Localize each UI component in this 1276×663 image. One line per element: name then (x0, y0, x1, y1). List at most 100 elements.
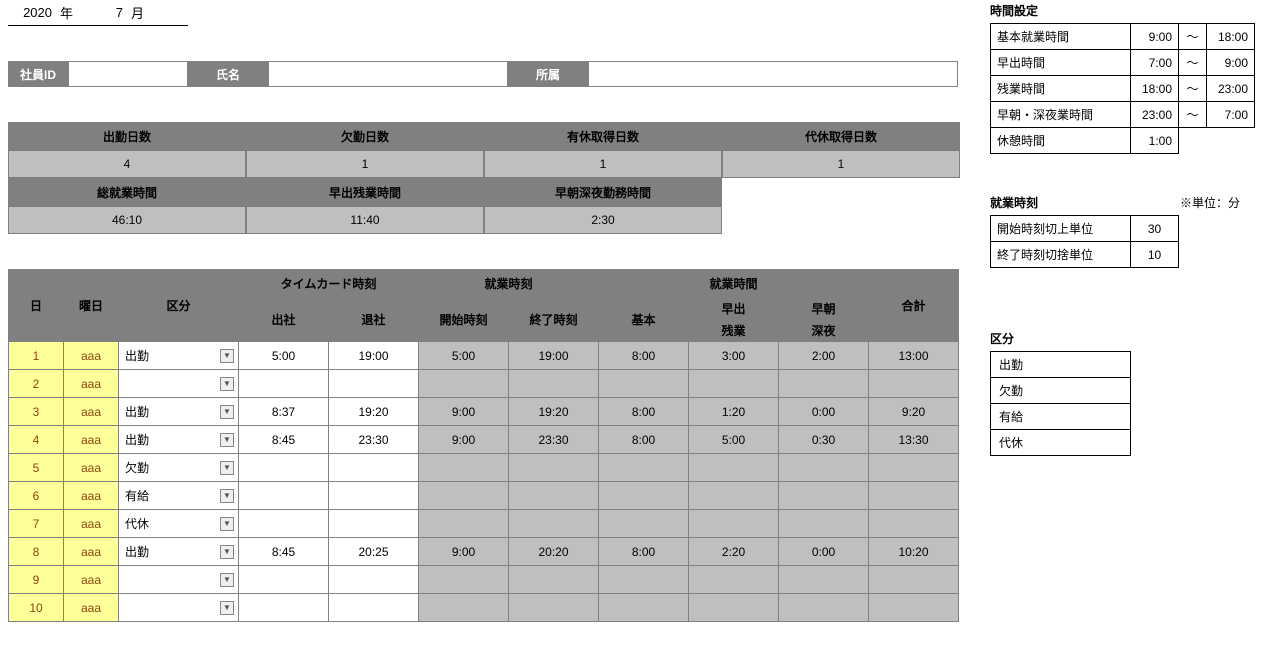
early-hours-label: 早出時間 (991, 50, 1131, 76)
base-cell (599, 566, 689, 594)
kubun-text: 出勤 (125, 403, 149, 420)
base-cell (599, 370, 689, 398)
night-cell (779, 370, 869, 398)
chevron-down-icon[interactable]: ▼ (220, 573, 234, 587)
kubun-item: 出勤 (991, 352, 1131, 378)
night-hours-label: 早朝深夜勤務時間 (484, 178, 722, 206)
hdr-total: 合計 (869, 270, 959, 342)
chevron-down-icon[interactable]: ▼ (220, 405, 234, 419)
month-value[interactable]: 7 (79, 5, 129, 20)
kubun-cell[interactable]: 出勤▼ (119, 342, 239, 370)
employee-id-input[interactable] (68, 61, 188, 87)
chevron-down-icon[interactable]: ▼ (220, 517, 234, 531)
employee-dept-input[interactable] (588, 61, 958, 87)
timecard-out-cell[interactable] (329, 482, 419, 510)
base-cell: 8:00 (599, 342, 689, 370)
start-round-label: 開始時刻切上単位 (991, 216, 1131, 242)
kubun-item: 有給 (991, 404, 1131, 430)
timecard-out-cell[interactable] (329, 454, 419, 482)
dow-cell: aaa (64, 454, 119, 482)
timecard-in-cell[interactable]: 8:45 (239, 538, 329, 566)
basic-to[interactable]: 18:00 (1207, 24, 1255, 50)
early-to[interactable]: 9:00 (1207, 50, 1255, 76)
night-cell (779, 454, 869, 482)
dow-cell: aaa (64, 398, 119, 426)
night-from[interactable]: 23:00 (1131, 102, 1179, 128)
chevron-down-icon[interactable]: ▼ (220, 601, 234, 615)
night-to[interactable]: 7:00 (1207, 102, 1255, 128)
timecard-out-cell[interactable] (329, 594, 419, 622)
kubun-cell[interactable]: 出勤 ▼ (119, 538, 239, 566)
employee-dept-label: 所属 (508, 61, 588, 87)
base-cell: 8:00 (599, 426, 689, 454)
employee-name-input[interactable] (268, 61, 508, 87)
table-row: 7aaa代休▼ (9, 510, 959, 538)
early-from[interactable]: 7:00 (1131, 50, 1179, 76)
timecard-out-cell[interactable]: 19:20 (329, 398, 419, 426)
base-cell: 8:00 (599, 538, 689, 566)
ot-from[interactable]: 18:00 (1131, 76, 1179, 102)
ot-to[interactable]: 23:00 (1207, 76, 1255, 102)
basic-from[interactable]: 9:00 (1131, 24, 1179, 50)
total-cell: 9:20 (869, 398, 959, 426)
total-cell (869, 482, 959, 510)
timecard-in-cell[interactable] (239, 482, 329, 510)
kubun-cell[interactable]: 出勤 ▼ (119, 398, 239, 426)
timecard-in-cell[interactable]: 8:45 (239, 426, 329, 454)
timecard-in-cell[interactable] (239, 370, 329, 398)
timecard-out-cell[interactable]: 20:25 (329, 538, 419, 566)
kubun-cell[interactable]: 出勤▼ (119, 426, 239, 454)
kubun-cell[interactable]: 有給▼ (119, 482, 239, 510)
chevron-down-icon[interactable]: ▼ (220, 433, 234, 447)
kubun-text: 欠勤 (125, 459, 149, 476)
hdr-in: 出社 (239, 298, 329, 342)
kubun-cell[interactable]: ▼ (119, 594, 239, 622)
timecard-in-cell[interactable]: 8:37 (239, 398, 329, 426)
break-value[interactable]: 1:00 (1131, 128, 1179, 154)
kubun-text: 出勤 (125, 543, 149, 560)
hdr-timecard: タイムカード時刻 (239, 270, 419, 298)
absent-days-label: 欠勤日数 (246, 122, 484, 150)
timecard-out-cell[interactable]: 19:00 (329, 342, 419, 370)
date-row: 2020 年 7 月 (8, 0, 188, 26)
chevron-down-icon[interactable]: ▼ (220, 489, 234, 503)
night-hours-label2: 早朝・深夜業時間 (991, 102, 1131, 128)
timecard-in-cell[interactable] (239, 594, 329, 622)
kubun-item: 欠勤 (991, 378, 1131, 404)
chevron-down-icon[interactable]: ▼ (220, 377, 234, 391)
day-cell: 1 (9, 342, 64, 370)
unit-note: ※単位：分 (1180, 194, 1240, 211)
timecard-out-cell[interactable] (329, 370, 419, 398)
hdr-worktime: 就業時刻 (419, 270, 599, 298)
ot-cell: 3:00 (689, 342, 779, 370)
end-cell: 19:20 (509, 398, 599, 426)
timecard-in-cell[interactable] (239, 454, 329, 482)
chevron-down-icon[interactable]: ▼ (220, 461, 234, 475)
total-hours-label: 総就業時間 (8, 178, 246, 206)
timecard-in-cell[interactable] (239, 510, 329, 538)
start-cell: 5:00 (419, 342, 509, 370)
timecard-in-cell[interactable]: 5:00 (239, 342, 329, 370)
kubun-cell[interactable]: ▼ (119, 370, 239, 398)
end-round-value[interactable]: 10 (1131, 242, 1179, 268)
timecard-in-cell[interactable] (239, 566, 329, 594)
start-round-value[interactable]: 30 (1131, 216, 1179, 242)
chevron-down-icon[interactable]: ▼ (220, 349, 234, 363)
total-cell (869, 510, 959, 538)
employee-row: 社員ID 氏名 所属 (8, 61, 978, 87)
ot-cell: 5:00 (689, 426, 779, 454)
timecard-out-cell[interactable] (329, 510, 419, 538)
timecard-out-cell[interactable] (329, 566, 419, 594)
kubun-cell[interactable]: ▼ (119, 566, 239, 594)
start-cell (419, 510, 509, 538)
time-settings-table: 基本就業時間 9:00 ～ 18:00 早出時間 7:00 ～ 9:00 残業時… (990, 23, 1255, 154)
night-cell (779, 594, 869, 622)
kubun-cell[interactable]: 欠勤 ▼ (119, 454, 239, 482)
table-row: 10aaa▼ (9, 594, 959, 622)
kubun-cell[interactable]: 代休▼ (119, 510, 239, 538)
night-cell (779, 510, 869, 538)
night-hours-value: 2:30 (484, 206, 722, 234)
year-value[interactable]: 2020 (8, 5, 58, 20)
chevron-down-icon[interactable]: ▼ (220, 545, 234, 559)
timecard-out-cell[interactable]: 23:30 (329, 426, 419, 454)
